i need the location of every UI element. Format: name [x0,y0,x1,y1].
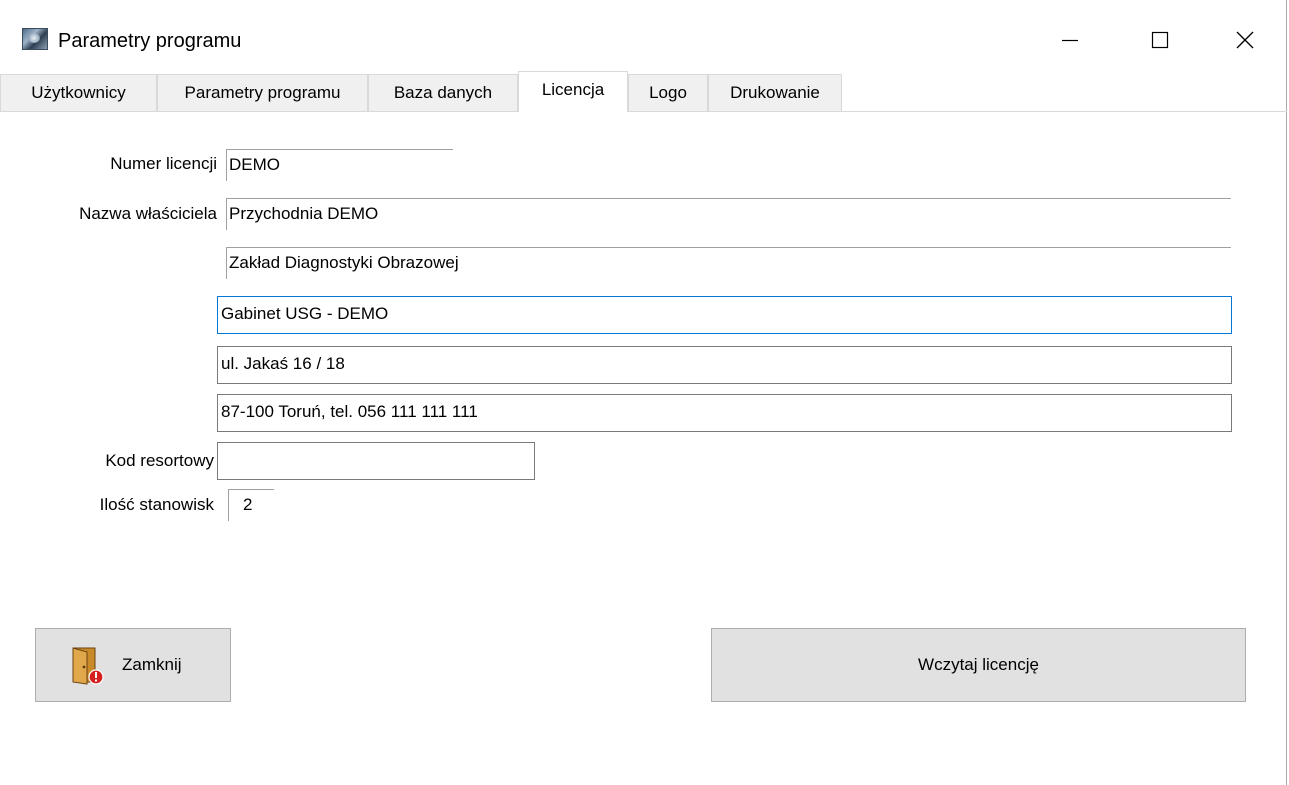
tab-strip: Użytkownicy Parametry programu Baza dany… [0,71,1287,112]
owner-name-label: Nazwa właściciela [79,204,217,223]
minimize-button[interactable] [1040,18,1100,62]
owner-name-line-1: Przychodnia DEMO [226,198,1231,230]
tab-program-parameters[interactable]: Parametry programu [157,74,368,111]
license-number-label: Numer licencji [110,154,217,173]
workstations-label: Ilość stanowisk [99,495,214,514]
tab-database[interactable]: Baza danych [368,74,518,111]
address-city-phone-input[interactable]: 87-100 Toruń, tel. 056 111 111 111 [217,394,1232,432]
close-window-button[interactable] [1215,18,1275,62]
owner-name-line-2: Zakład Diagnostyki Obrazowej [226,247,1231,279]
owner-name-line-3-input[interactable]: Gabinet USG - DEMO [217,296,1232,334]
minimize-icon [1062,39,1078,42]
address-street-input[interactable]: ul. Jakaś 16 / 18 [217,346,1232,384]
load-license-button-label: Wczytaj licencję [918,655,1039,674]
title-bar[interactable]: Parametry programu [0,0,1286,70]
tab-logo[interactable]: Logo [628,74,708,111]
program-parameters-window: Parametry programu Użytkownicy Parametry… [0,0,1287,785]
maximize-button[interactable] [1130,18,1190,62]
load-license-button[interactable]: Wczytaj licencję [711,628,1246,702]
door-exit-icon [72,647,104,685]
close-button[interactable]: Zamknij [35,628,231,702]
app-icon[interactable] [22,28,48,50]
tab-license[interactable]: Licencja [518,71,628,112]
maximize-icon [1151,31,1169,49]
tab-printing[interactable]: Drukowanie [708,74,842,111]
window-title: Parametry programu [58,30,242,52]
license-number-field: DEMO [226,149,453,181]
department-code-label: Kod resortowy [105,451,214,470]
close-button-label: Zamknij [122,655,182,674]
department-code-input[interactable] [217,442,535,480]
workstations-field: 2 [228,489,274,521]
close-icon [1236,31,1254,49]
tab-users[interactable]: Użytkownicy [0,74,157,111]
